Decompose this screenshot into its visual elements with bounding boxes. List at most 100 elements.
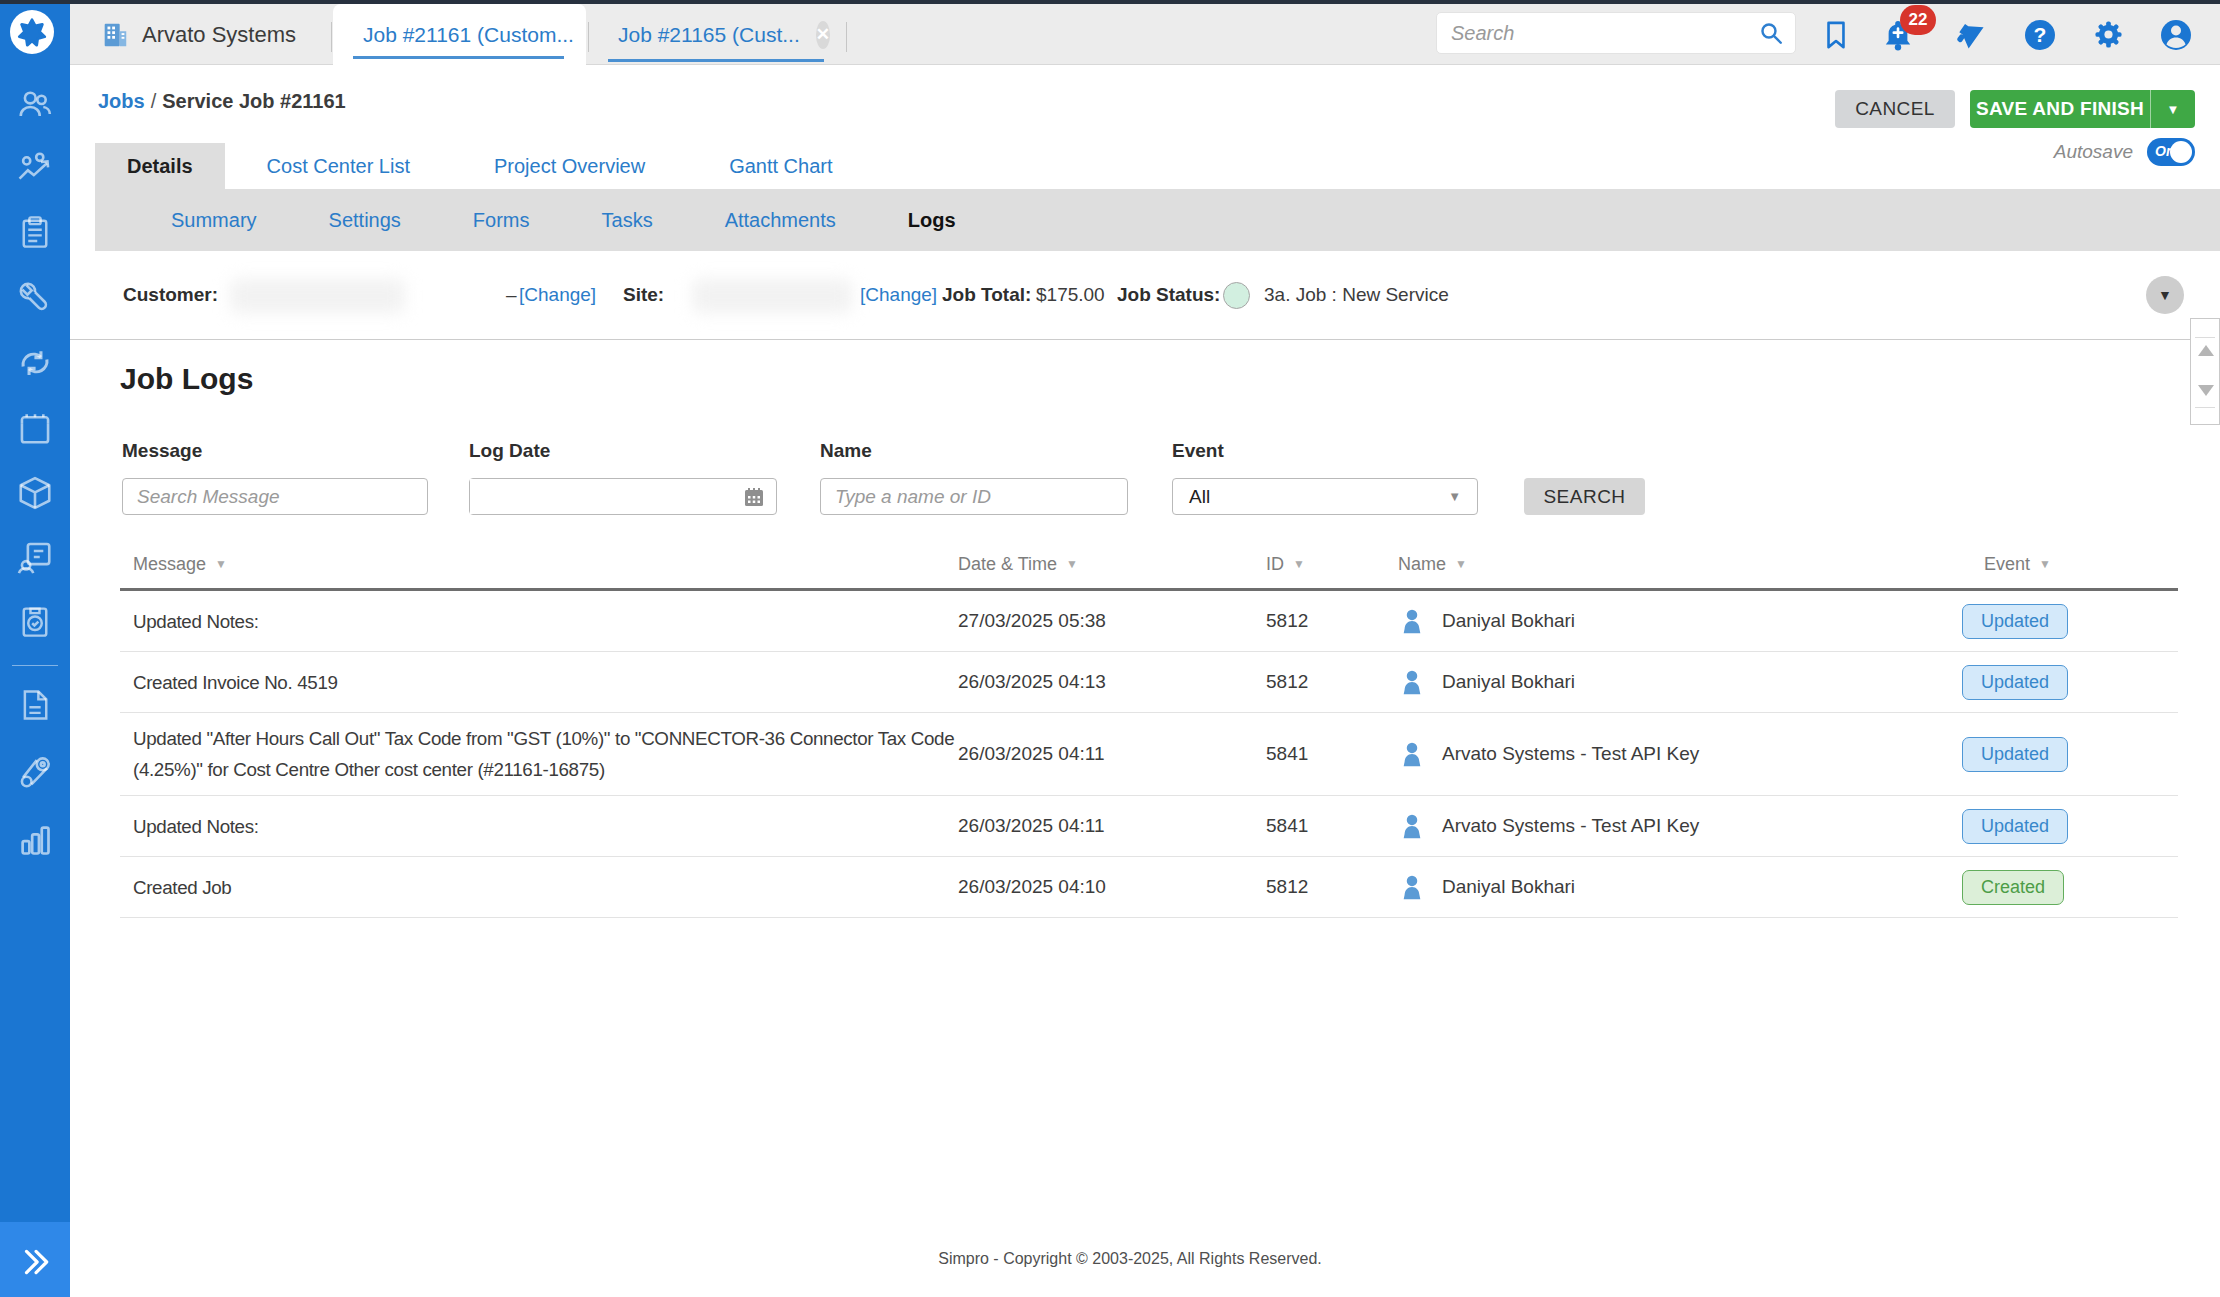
cell-message: Created Job xyxy=(120,862,958,913)
company-name: Arvato Systems xyxy=(142,22,296,48)
global-search xyxy=(1436,12,1796,54)
table-row[interactable]: Updated "After Hours Call Out" Tax Code … xyxy=(120,713,2178,796)
tab-active-underline xyxy=(353,56,564,59)
tab-forms[interactable]: Forms xyxy=(437,209,566,232)
top-bar: Arvato Systems Job #21161 (Custom... Job… xyxy=(70,4,2220,65)
breadcrumb-current: Service Job #21161 xyxy=(162,90,345,112)
cell-name: Arvato Systems - Test API Key xyxy=(1398,812,1962,840)
search-icon[interactable] xyxy=(1747,3,1795,64)
autosave-toggle[interactable]: On xyxy=(2147,138,2195,166)
people-icon[interactable] xyxy=(0,82,70,126)
table-row[interactable]: Updated Notes: 27/03/2025 05:38 5812 Dan… xyxy=(120,591,2178,652)
cell-event: Updated xyxy=(1962,604,2178,639)
bookmark-icon[interactable] xyxy=(1814,4,1858,65)
cell-message: Updated "After Hours Call Out" Tax Code … xyxy=(120,713,958,795)
breadcrumb: Jobs/Service Job #21161 xyxy=(98,90,346,113)
table-row[interactable]: Created Invoice No. 4519 26/03/2025 04:1… xyxy=(120,652,2178,713)
leads-icon[interactable] xyxy=(0,146,70,190)
log-date-input[interactable] xyxy=(469,478,777,515)
info-bar-collapse-button[interactable]: ▼ xyxy=(2146,276,2184,314)
col-header-datetime[interactable]: Date & Time▼ xyxy=(958,554,1266,575)
notifications-bell-icon[interactable]: 22 xyxy=(1876,4,1920,65)
autosave-control: Autosave On xyxy=(1960,138,2195,166)
chevron-down-icon: ▼ xyxy=(1448,489,1461,504)
cell-datetime: 26/03/2025 04:10 xyxy=(958,876,1266,898)
tab-divider xyxy=(331,22,332,52)
analytics-bar-chart-icon[interactable] xyxy=(0,818,70,862)
tab-summary[interactable]: Summary xyxy=(135,209,293,232)
scroll-down-icon[interactable] xyxy=(2198,385,2214,396)
tab-logs[interactable]: Logs xyxy=(872,209,992,232)
job-status-value: 3a. Job : New Service xyxy=(1223,251,1449,339)
cell-id: 5812 xyxy=(1266,876,1398,898)
search-input[interactable] xyxy=(1437,22,1747,45)
scroll-up-icon[interactable] xyxy=(2198,345,2214,356)
customer-change-link[interactable]: [Change] xyxy=(519,251,596,339)
redacted-site-name xyxy=(692,279,852,313)
person-icon xyxy=(1398,740,1426,768)
tab-underline xyxy=(608,59,824,62)
col-header-event[interactable]: Event▼ xyxy=(1962,554,2178,575)
announcements-megaphone-icon[interactable] xyxy=(1950,4,1994,65)
cell-id: 5841 xyxy=(1266,815,1398,837)
cell-datetime: 26/03/2025 04:11 xyxy=(958,815,1266,837)
tab-project-overview[interactable]: Project Overview xyxy=(452,143,687,189)
log-date-field[interactable] xyxy=(470,479,730,514)
sub-tab-bar: Summary Settings Forms Tasks Attachments… xyxy=(95,189,2220,251)
table-row[interactable]: Created Job 26/03/2025 04:10 5812 Daniya… xyxy=(120,857,2178,918)
account-icon[interactable] xyxy=(2154,4,2198,65)
col-header-name[interactable]: Name▼ xyxy=(1398,554,1962,575)
col-header-id[interactable]: ID▼ xyxy=(1266,554,1398,575)
tab-settings[interactable]: Settings xyxy=(293,209,437,232)
schedule-calendar-icon[interactable] xyxy=(0,406,70,450)
building-icon xyxy=(100,20,130,50)
sidebar xyxy=(0,4,70,1297)
tasks-clipboard-icon[interactable] xyxy=(0,210,70,254)
cell-event: Updated xyxy=(1962,809,2178,844)
table-row[interactable]: Updated Notes: 26/03/2025 04:11 5841 Arv… xyxy=(120,796,2178,857)
sort-icon: ▼ xyxy=(1455,557,1467,571)
calendar-icon[interactable] xyxy=(742,485,766,513)
breadcrumb-jobs-link[interactable]: Jobs xyxy=(98,90,145,112)
reports-document-icon[interactable] xyxy=(0,683,70,727)
job-status-label: Job Status: xyxy=(1117,251,1220,339)
help-icon[interactable]: ? xyxy=(2018,4,2062,65)
name-filter-input[interactable] xyxy=(820,478,1128,515)
svg-text:?: ? xyxy=(2034,23,2047,46)
tab-attachments[interactable]: Attachments xyxy=(689,209,872,232)
sidebar-expand-button[interactable] xyxy=(0,1222,70,1297)
sort-icon: ▼ xyxy=(1066,557,1078,571)
jobs-wrench-icon[interactable] xyxy=(0,276,70,320)
cancel-button[interactable]: CANCEL xyxy=(1835,90,1955,128)
close-tab-icon[interactable]: ✕ xyxy=(816,21,830,49)
quotes-clipboard-check-icon[interactable] xyxy=(0,599,70,643)
tab-details[interactable]: Details xyxy=(95,143,225,189)
message-filter-input[interactable] xyxy=(122,478,428,515)
scroll-widget[interactable] xyxy=(2190,318,2220,425)
site-change-link[interactable]: [Change] xyxy=(860,251,937,339)
person-icon xyxy=(1398,668,1426,696)
person-icon xyxy=(1398,607,1426,635)
utilities-tool-icon[interactable] xyxy=(0,750,70,794)
recurring-sync-icon[interactable] xyxy=(0,341,70,385)
settings-gear-icon[interactable] xyxy=(2086,4,2130,65)
toggle-knob xyxy=(2170,141,2192,163)
simpro-logo[interactable] xyxy=(10,10,54,54)
tab-cost-center-list[interactable]: Cost Center List xyxy=(225,143,452,189)
invoices-icon[interactable] xyxy=(0,535,70,579)
sidebar-divider xyxy=(12,665,58,666)
col-header-message[interactable]: Message▼ xyxy=(120,554,958,575)
search-button[interactable]: SEARCH xyxy=(1524,478,1645,515)
tab-tasks[interactable]: Tasks xyxy=(566,209,689,232)
event-filter-select[interactable]: All ▼ xyxy=(1172,478,1478,515)
save-and-finish-button[interactable]: SAVE AND FINISH ▼ xyxy=(1970,90,2195,128)
name-filter-label: Name xyxy=(820,440,872,462)
cell-message: Updated Notes: xyxy=(120,801,958,852)
job-tab-21165[interactable]: Job #21165 (Cust... ✕ xyxy=(588,4,846,65)
inventory-cube-icon[interactable] xyxy=(0,471,70,515)
cell-id: 5812 xyxy=(1266,610,1398,632)
tab-gantt-chart[interactable]: Gantt Chart xyxy=(687,143,874,189)
company-menu[interactable]: Arvato Systems xyxy=(100,4,296,65)
job-tab-21161[interactable]: Job #21161 (Custom... xyxy=(333,4,586,66)
save-options-arrow[interactable]: ▼ xyxy=(2151,90,2195,128)
